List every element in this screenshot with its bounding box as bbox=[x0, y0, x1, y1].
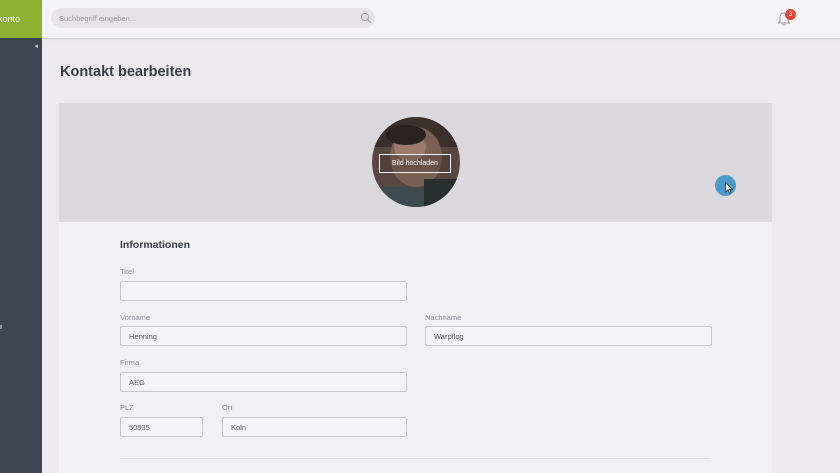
collapse-arrow-icon[interactable]: ◂ bbox=[34, 42, 38, 50]
label-titel: Titel bbox=[120, 267, 134, 276]
page-title: Kontakt bearbeiten bbox=[60, 64, 192, 80]
label-firma: Firma bbox=[120, 358, 140, 367]
sidebar: konto ◂ bbox=[0, 0, 42, 473]
label-ort: Ort bbox=[222, 403, 233, 412]
contact-card: Bild hochladen Informationen Titel Vorna… bbox=[59, 103, 772, 473]
notification-badge: 3 bbox=[785, 9, 796, 20]
label-nachname: Nachname bbox=[425, 313, 462, 322]
titel-field[interactable] bbox=[120, 281, 407, 301]
nachname-field[interactable] bbox=[425, 326, 712, 346]
brand-text: konto bbox=[0, 14, 21, 24]
sidebar-indicator bbox=[0, 325, 2, 329]
section-title-informationen: Informationen bbox=[120, 239, 190, 251]
profile-banner: Bild hochladen bbox=[59, 103, 772, 222]
upload-image-button[interactable]: Bild hochladen bbox=[379, 154, 451, 173]
label-plz: PLZ bbox=[120, 403, 134, 412]
plz-field[interactable] bbox=[120, 417, 203, 437]
firma-field[interactable] bbox=[120, 372, 407, 392]
ort-field[interactable] bbox=[222, 417, 407, 437]
top-bar: 3 bbox=[42, 0, 840, 38]
cursor-arrow-icon bbox=[725, 182, 733, 194]
label-vorname: Vorname bbox=[120, 313, 151, 322]
brand-logo[interactable]: konto bbox=[0, 0, 42, 38]
search-input[interactable] bbox=[51, 8, 375, 28]
divider bbox=[120, 458, 711, 459]
vorname-field[interactable] bbox=[120, 326, 407, 346]
search-icon[interactable] bbox=[360, 12, 372, 24]
